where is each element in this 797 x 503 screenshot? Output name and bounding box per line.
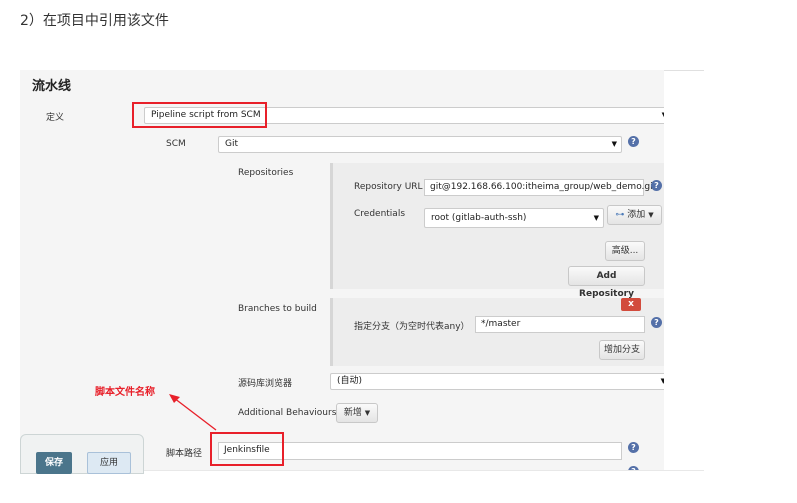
add-behaviour-label: 新增 bbox=[343, 408, 362, 418]
save-button[interactable]: 保存 bbox=[36, 452, 72, 474]
branches-label: Branches to build bbox=[238, 304, 317, 314]
chevron-down-icon: ▼ bbox=[662, 108, 664, 123]
repository-browser-label: 源码库浏览器 bbox=[238, 379, 293, 389]
repositories-label: Repositories bbox=[238, 168, 294, 178]
section-title: 流水线 bbox=[32, 79, 72, 94]
chevron-down-icon: ▼ bbox=[648, 211, 654, 219]
add-behaviour-button[interactable]: 新增 ▼ bbox=[336, 403, 378, 423]
chevron-down-icon: ▼ bbox=[611, 140, 617, 148]
repositories-box: Repository URL git@192.168.66.100:itheim… bbox=[330, 163, 664, 299]
repository-url-label: Repository URL bbox=[354, 182, 423, 192]
scm-select[interactable]: Git ▼ bbox=[218, 136, 622, 153]
help-icon[interactable]: ? bbox=[628, 442, 639, 453]
credentials-select-value: root (gitlab-auth-ssh) bbox=[431, 213, 527, 223]
scm-select-value: Git bbox=[225, 139, 239, 149]
additional-behaviours-label: Additional Behaviours bbox=[238, 408, 337, 418]
script-path-highlight bbox=[210, 432, 284, 466]
form-actions: 保存 应用 bbox=[20, 434, 144, 474]
annotation-label: 脚本文件名称 bbox=[95, 387, 155, 398]
page-heading: 2）在项目中引用该文件 bbox=[20, 13, 169, 29]
add-branch-button[interactable]: 增加分支 bbox=[599, 340, 645, 360]
help-icon[interactable]: ? bbox=[651, 180, 662, 191]
branches-box: x 指定分支（为空时代表any） */master ? 增加分支 bbox=[330, 298, 664, 366]
chevron-down-icon: ▼ bbox=[364, 409, 371, 417]
annotation-arrow bbox=[169, 394, 217, 431]
help-icon[interactable]: ? bbox=[651, 317, 662, 328]
help-icon[interactable]: ? bbox=[628, 136, 639, 147]
definition-label: 定义 bbox=[46, 113, 65, 123]
repository-url-input[interactable]: git@192.168.66.100:itheima_group/web_dem… bbox=[424, 179, 656, 196]
repository-browser-select[interactable]: (自动) ▼ bbox=[330, 373, 664, 390]
chevron-down-icon: ▼ bbox=[660, 377, 664, 385]
advanced-button[interactable]: 高级... bbox=[605, 241, 645, 261]
add-credentials-label: 添加 bbox=[627, 210, 646, 220]
add-repository-button[interactable]: Add Repository bbox=[568, 266, 645, 299]
apply-button[interactable]: 应用 bbox=[87, 452, 131, 474]
key-icon: ⊶ bbox=[615, 210, 625, 220]
repository-browser-value: (自动) bbox=[337, 376, 363, 386]
add-credentials-button[interactable]: ⊶ 添加 ▼ bbox=[607, 205, 662, 225]
script-path-label: 脚本路径 bbox=[166, 449, 203, 459]
chevron-down-icon: ▼ bbox=[593, 214, 599, 222]
branch-specifier-input[interactable]: */master bbox=[475, 316, 645, 333]
credentials-select[interactable]: root (gitlab-auth-ssh) ▼ bbox=[424, 208, 604, 228]
panel-divider bbox=[664, 70, 704, 71]
credentials-label: Credentials bbox=[354, 209, 406, 219]
delete-branch-button[interactable]: x bbox=[621, 298, 641, 311]
branch-specifier-label: 指定分支（为空时代表any） bbox=[354, 322, 470, 332]
pipeline-panel: 流水线 定义 Pipeline script from SCM ▼ SCM Gi… bbox=[20, 70, 664, 470]
definition-highlight bbox=[132, 102, 267, 128]
scm-label: SCM bbox=[166, 139, 186, 149]
